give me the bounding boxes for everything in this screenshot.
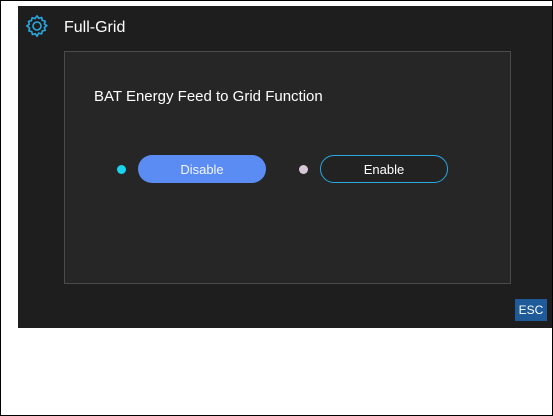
function-label: BAT Energy Feed to Grid Function	[94, 88, 323, 105]
enable-option[interactable]: Enable	[299, 154, 448, 184]
esc-button[interactable]: ESC	[515, 299, 547, 321]
header: Full-Grid	[18, 6, 552, 46]
page-title: Full-Grid	[64, 19, 126, 36]
settings-panel: BAT Energy Feed to Grid Function Disable…	[64, 51, 511, 284]
enable-indicator-dot	[299, 164, 308, 174]
disable-button[interactable]: Disable	[138, 155, 266, 183]
page-frame: Full-Grid BAT Energy Feed to Grid Functi…	[0, 0, 553, 416]
enable-button[interactable]: Enable	[320, 155, 448, 183]
gear-icon[interactable]	[25, 14, 49, 38]
disable-option[interactable]: Disable	[117, 154, 266, 184]
device-screen: Full-Grid BAT Energy Feed to Grid Functi…	[18, 6, 552, 328]
disable-indicator-dot	[117, 164, 126, 174]
